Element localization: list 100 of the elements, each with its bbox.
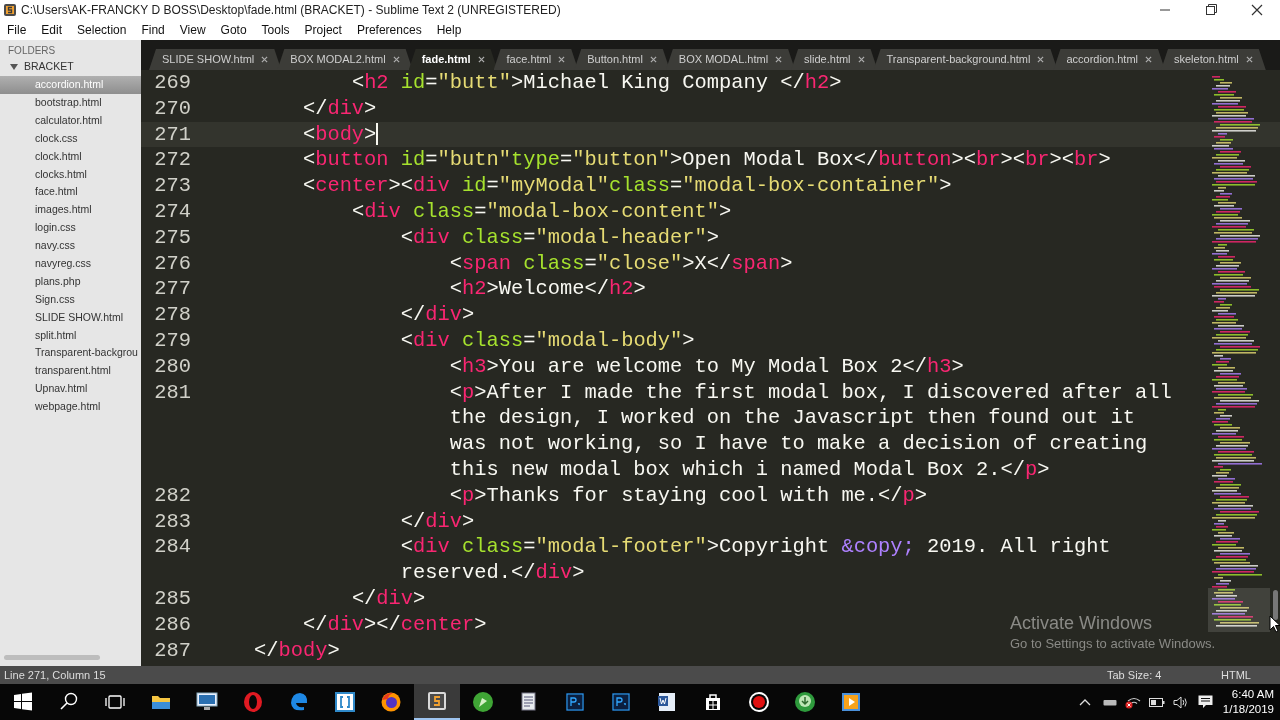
minimap-drawing[interactable] — [1208, 76, 1270, 632]
code-line[interactable]: reserved.</div> — [400, 560, 585, 586]
sidebar-file[interactable]: bootstrap.html — [0, 93, 141, 112]
close-icon[interactable] — [477, 56, 485, 63]
photoshop-icon[interactable] — [563, 690, 587, 714]
editor-tab[interactable]: slide.html — [791, 49, 878, 70]
menu-item[interactable]: Selection — [77, 21, 127, 39]
sidebar-file[interactable]: plans.php — [0, 272, 141, 291]
menu-item[interactable]: Find — [141, 21, 165, 39]
code-line[interactable]: <div class="modal-header"> — [400, 224, 720, 251]
scrollbar[interactable] — [1273, 590, 1278, 620]
code-line[interactable]: this new modal box which i named Modal Box 2.</p> — [449, 456, 1050, 483]
line-number: 276 — [154, 250, 191, 277]
editor-tab[interactable]: Button.html — [574, 49, 670, 70]
code-line[interactable]: <button id="butn"type="button">Open Modal Box</button><br><br><br> — [302, 147, 1111, 174]
menu-item[interactable]: Preferences — [356, 21, 422, 39]
scrollbar[interactable] — [4, 655, 100, 660]
code-line[interactable]: <h2>Welcome</h2> — [449, 276, 646, 303]
sidebar-file[interactable]: navyreg.css — [0, 254, 141, 273]
code-line[interactable]: </body> — [253, 637, 340, 664]
pen-nib-icon[interactable] — [471, 690, 495, 714]
sublime-icon[interactable] — [425, 689, 449, 713]
sidebar-file[interactable]: images.html — [0, 201, 141, 220]
close-icon[interactable] — [857, 56, 865, 63]
line-number: 283 — [154, 508, 191, 535]
close-icon[interactable] — [775, 56, 783, 63]
editor-tab[interactable]: BOX MODAL2.html — [277, 49, 413, 70]
close-icon[interactable] — [392, 56, 400, 63]
sidebar-file[interactable]: split.html — [0, 326, 141, 345]
activation-message: Go to Settings to activate Windows. — [1010, 635, 1216, 653]
menu-item[interactable]: View — [179, 21, 206, 39]
code-line[interactable]: was not working, so I have to make a decision of creating — [449, 431, 1148, 457]
firefox-icon[interactable] — [379, 690, 403, 714]
code-line[interactable]: <body> — [302, 121, 377, 148]
code-line[interactable]: <span class="close">X</span> — [449, 250, 793, 277]
code-line[interactable]: <div class="modal-footer">Copyright &copy; 2019. All right — [400, 534, 1111, 561]
sidebar-file[interactable]: SLIDE SHOW.html — [0, 308, 141, 327]
code-line[interactable]: <h2 id="butt">Michael King Company </h2> — [351, 70, 842, 96]
drive-icon[interactable] — [1102, 698, 1117, 706]
play-icon[interactable] — [839, 690, 863, 714]
close-icon[interactable] — [1037, 56, 1045, 63]
code-line[interactable]: </div> — [400, 302, 475, 328]
download-icon[interactable] — [793, 690, 817, 714]
sidebar-file[interactable]: calculator.html — [0, 111, 141, 130]
line-number: 273 — [154, 173, 191, 199]
sidebar-file[interactable]: transparent.html — [0, 362, 141, 381]
sidebar-file[interactable]: Sign.css — [0, 290, 141, 309]
editor-tab[interactable]: Transparent-background.html — [873, 49, 1058, 70]
editor-tab[interactable]: skeleton.html — [1161, 49, 1266, 70]
editor-tab[interactable]: accordion.html — [1053, 49, 1165, 70]
code-line[interactable]: <h3>You are welcome to My Modal Box 2</h3> — [449, 353, 964, 380]
sidebar-file[interactable]: clock.css — [0, 129, 141, 148]
sidebar-file[interactable]: face.html — [0, 183, 141, 202]
menu-item[interactable]: Goto — [220, 21, 247, 39]
close-icon[interactable] — [1145, 56, 1152, 63]
notification-icon[interactable] — [1197, 695, 1213, 709]
clock-time[interactable]: 6:40 AM — [1231, 687, 1274, 702]
brackets-icon[interactable] — [333, 690, 357, 714]
sidebar-file[interactable]: webpage.html — [0, 398, 141, 416]
code-line[interactable]: </div></center> — [302, 611, 487, 638]
line-number: 274 — [154, 199, 191, 225]
code-line[interactable]: <p>Thanks for staying cool with me.</p> — [449, 482, 928, 509]
code-line[interactable]: </div> — [351, 585, 426, 612]
sidebar-file[interactable]: navy.css — [0, 237, 141, 255]
close-icon[interactable] — [558, 56, 566, 63]
menu-item[interactable]: File — [7, 21, 27, 39]
clock-date[interactable]: 1/18/2019 — [1222, 702, 1274, 717]
sidebar-file[interactable]: Upnav.html — [0, 380, 141, 399]
syntax-indicator[interactable]: HTML — [1221, 666, 1251, 684]
menu-item[interactable]: Help — [436, 21, 462, 39]
close-icon[interactable] — [1245, 56, 1253, 63]
battery-icon[interactable] — [1148, 697, 1165, 707]
wifi-off-icon[interactable] — [1124, 695, 1141, 709]
sidebar-file[interactable]: Transparent-backgrou — [0, 344, 141, 363]
record-icon[interactable] — [747, 690, 771, 714]
code-line[interactable]: <p>After I made the first modal box, I discovered after all — [449, 379, 1172, 406]
code-line[interactable]: </div> — [400, 508, 475, 535]
mouse-cursor-icon — [1269, 615, 1280, 633]
code-line[interactable]: </div> — [302, 95, 377, 122]
code-line[interactable]: the design, I worked on the Javascript then found out it — [449, 405, 1136, 432]
close-icon[interactable] — [649, 56, 657, 63]
status-position: Line 271, Column 15 — [4, 667, 106, 683]
code-line[interactable]: <center><div id="myModal"class="modal-box-container"> — [302, 173, 952, 199]
sidebar-file[interactable]: login.css — [0, 219, 141, 237]
tab-size-indicator[interactable]: Tab Size: 4 — [1107, 666, 1162, 684]
sidebar-file[interactable]: clock.html — [0, 147, 141, 166]
caret-icon[interactable] — [10, 63, 18, 71]
opera-icon[interactable] — [241, 690, 265, 714]
folder-name[interactable]: BRACKET — [24, 59, 74, 75]
close-icon[interactable] — [261, 56, 269, 63]
menu-item[interactable]: Tools — [261, 21, 290, 39]
menu-item[interactable]: Project — [304, 21, 342, 39]
code-line[interactable]: <div class="modal-box-content"> — [351, 199, 732, 225]
menu-item[interactable]: Edit — [41, 21, 63, 39]
chevron-up-icon[interactable] — [1078, 698, 1091, 706]
photoshop-icon[interactable] — [609, 690, 633, 714]
sidebar-file[interactable]: clocks.html — [0, 165, 141, 184]
volume-icon[interactable] — [1172, 695, 1188, 709]
code-line[interactable]: <div class="modal-body"> — [400, 327, 695, 354]
editor-tab[interactable]: fade.html — [408, 49, 498, 70]
